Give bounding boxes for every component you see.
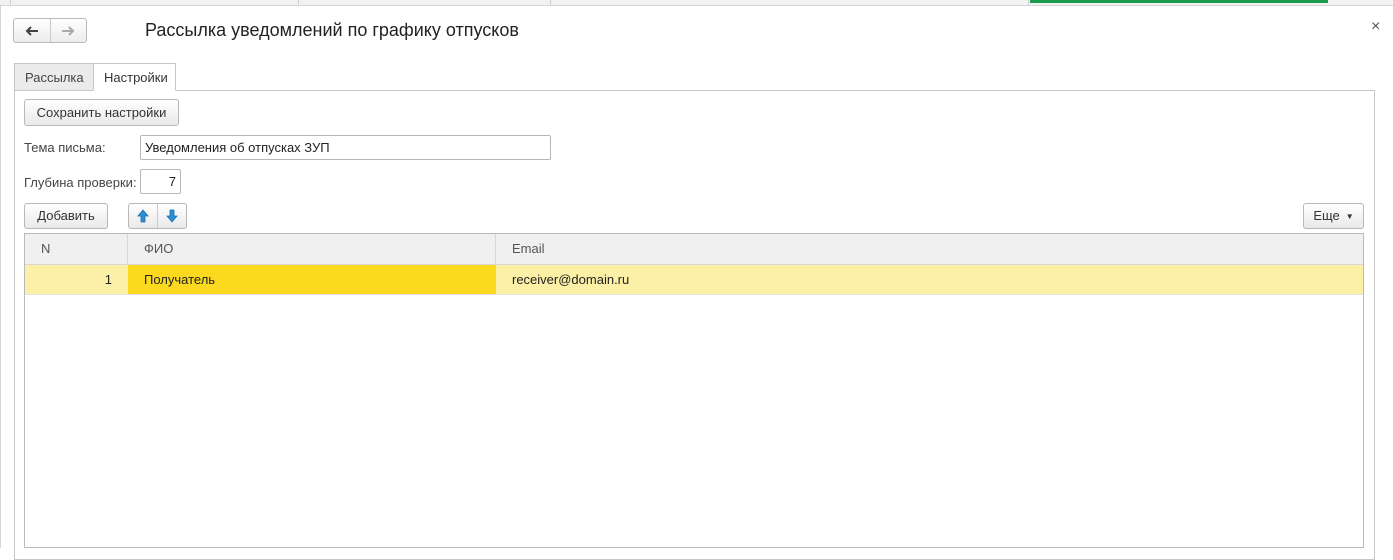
column-header-n[interactable]: N xyxy=(25,234,128,264)
window-title: Рассылка уведомлений по графику отпусков xyxy=(145,20,519,40)
arrow-down-icon xyxy=(166,209,178,223)
add-button[interactable]: Добавить xyxy=(24,203,108,229)
cell-email[interactable]: receiver@domain.ru xyxy=(496,265,1363,294)
chevron-down-icon: ▼ xyxy=(1345,211,1354,221)
active-window-indicator xyxy=(1030,0,1328,3)
window-tabs-strip xyxy=(0,0,1393,6)
subject-label: Тема письма: xyxy=(24,140,106,155)
forward-button[interactable] xyxy=(49,19,87,42)
column-header-email[interactable]: Email xyxy=(496,234,1363,264)
column-header-fio[interactable]: ФИО xyxy=(128,234,496,264)
table-header: N ФИО Email xyxy=(25,234,1363,265)
subject-input[interactable] xyxy=(140,135,551,160)
recipients-table[interactable]: N ФИО Email 1 Получатель receiver@domain… xyxy=(24,233,1364,548)
depth-input[interactable] xyxy=(140,169,181,194)
move-buttons xyxy=(128,203,187,229)
navigation-buttons xyxy=(13,18,87,43)
cell-n[interactable]: 1 xyxy=(25,265,128,294)
save-settings-button[interactable]: Сохранить настройки xyxy=(24,99,179,126)
arrow-up-icon xyxy=(137,209,149,223)
move-up-button[interactable] xyxy=(129,204,157,228)
table-row[interactable]: 1 Получатель receiver@domain.ru xyxy=(25,265,1363,295)
back-button[interactable] xyxy=(14,19,50,42)
depth-label: Глубина проверки: xyxy=(24,175,137,190)
arrow-left-icon xyxy=(25,25,38,36)
tab-mailing[interactable]: Рассылка xyxy=(14,63,94,90)
cell-fio[interactable]: Получатель xyxy=(128,265,496,294)
more-label: Еще xyxy=(1313,208,1340,223)
move-down-button[interactable] xyxy=(157,204,186,228)
close-icon[interactable]: × xyxy=(1371,18,1380,36)
tab-settings[interactable]: Настройки xyxy=(93,63,176,91)
arrow-right-icon xyxy=(62,25,75,36)
more-button[interactable]: Еще ▼ xyxy=(1303,203,1364,229)
